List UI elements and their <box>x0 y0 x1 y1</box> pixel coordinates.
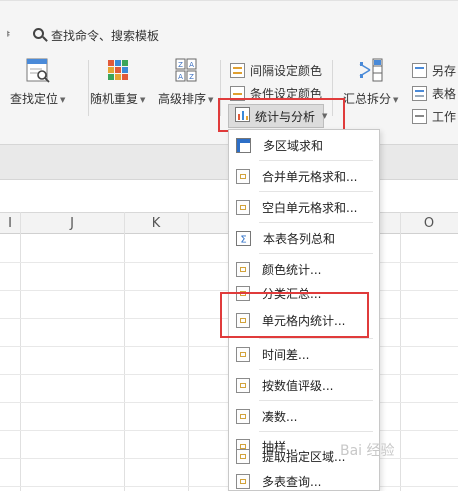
ribbon-divider <box>88 60 89 116</box>
table-grid-button[interactable]: 表格 <box>412 85 456 102</box>
worksheet-label: 工作 <box>432 110 457 124</box>
advanced-sort-button[interactable]: Z A A Z 高级排序 ▼ <box>158 56 213 107</box>
column-header-hidden[interactable] <box>188 213 228 235</box>
find-locate-button[interactable]: 查找定位 ▼ <box>10 56 65 107</box>
search-commands-label: 查找命令、搜索模板 <box>51 28 160 43</box>
menu-item-in-cell-stats[interactable]: 单元格内统计... <box>229 302 379 338</box>
menu-item-merged-cell-sum[interactable]: 合并单元格求和... <box>229 161 379 191</box>
sort-az-icon: Z A A Z <box>172 56 200 84</box>
menu-item-label: 按数值评级... <box>262 378 334 393</box>
extract-region-icon <box>236 448 250 464</box>
grid-line <box>20 212 21 491</box>
ribbon-divider <box>220 60 221 116</box>
column-header-j[interactable]: J <box>20 213 124 235</box>
menu-item-time-difference[interactable]: 时间差... <box>229 339 379 369</box>
table-grid-icon <box>412 86 427 101</box>
svg-text:Z: Z <box>178 61 183 69</box>
conditional-color-button[interactable]: 条件设定颜色 <box>230 85 322 102</box>
svg-text:Z: Z <box>189 73 194 81</box>
worksheet-icon <box>412 109 427 124</box>
menu-item-label: 合并单元格求和... <box>262 169 358 184</box>
summary-split-button[interactable]: 汇总拆分 ▼ <box>343 56 398 107</box>
menu-item-label: 单元格内统计... <box>262 313 346 328</box>
value-rating-icon <box>236 377 250 393</box>
in-cell-stats-icon <box>236 312 250 328</box>
ribbon-top-border <box>0 0 458 1</box>
chevron-down-icon: ▼ <box>393 95 399 104</box>
menu-item-multi-area-sum[interactable]: 多区域求和 <box>229 130 379 160</box>
column-header-i[interactable]: I <box>0 213 20 235</box>
menu-item-label: 多表查询... <box>262 474 322 489</box>
save-as-label: 另存 <box>432 64 457 78</box>
search-commands-box[interactable]: 查找命令、搜索模板 <box>33 24 159 46</box>
column-header-o[interactable]: O <box>400 213 458 235</box>
menu-item-column-totals[interactable]: Σ 本表各列总和 <box>229 223 379 253</box>
summary-split-icon <box>357 56 385 84</box>
merged-cell-sum-icon <box>236 168 250 184</box>
menu-item-label: 空白单元格求和... <box>262 200 358 215</box>
chevron-down-icon: ▼ <box>322 112 328 120</box>
time-difference-icon <box>236 346 250 362</box>
random-repeat-label: 随机重复 <box>90 92 139 106</box>
menu-item-label: 凑数... <box>262 409 298 424</box>
menu-item-label: 分类汇总... <box>262 286 322 301</box>
interval-color-icon <box>230 63 245 78</box>
menu-item-label: 多区域求和 <box>263 138 324 153</box>
menu-item-make-up-number[interactable]: 凑数... <box>229 401 379 431</box>
stats-analysis-icon <box>235 107 250 125</box>
stats-analysis-menu: 多区域求和 合并单元格求和... 空白单元格求和... Σ 本表各列总和 颜色统… <box>228 129 380 491</box>
conditional-color-label: 条件设定颜色 <box>250 87 323 101</box>
random-repeat-button[interactable]: 随机重复 ▼ <box>90 56 145 107</box>
interval-color-button[interactable]: 间隔设定颜色 <box>230 62 322 79</box>
chevron-down-icon: ▼ <box>60 95 66 104</box>
ribbon-toolbar: ᅣ 查找命令、搜索模板 查找定位 ▼ 随机重复 ▼ Z A A Z 高级排序 ▼… <box>0 0 458 144</box>
menu-item-value-rating[interactable]: 按数值评级... <box>229 370 379 400</box>
advanced-sort-label: 高级排序 <box>158 92 207 106</box>
watermark-logo: Bai 经验 <box>340 443 395 459</box>
chevron-down-icon: ▼ <box>140 95 146 104</box>
random-repeat-icon <box>104 56 132 84</box>
grid-line <box>124 212 125 491</box>
menu-item-label: 本表各列总和 <box>263 231 336 246</box>
grid-line <box>400 212 401 491</box>
ribbon-edge-glyph: ᅣ <box>0 30 11 43</box>
chevron-down-icon: ▼ <box>208 95 214 104</box>
subtotals-icon <box>236 285 250 301</box>
menu-item-blank-cell-sum[interactable]: 空白单元格求和... <box>229 192 379 222</box>
menu-item-label: 提取指定区域... <box>262 449 346 464</box>
save-as-button[interactable]: 另存 <box>412 62 456 79</box>
column-header-k[interactable]: K <box>124 213 188 235</box>
column-totals-icon: Σ <box>236 230 251 246</box>
stats-analysis-button[interactable]: 统计与分析 ▼ <box>228 104 328 128</box>
menu-item-label: 时间差... <box>262 347 310 362</box>
multi-sheet-query-icon <box>236 473 250 489</box>
find-locate-icon <box>24 56 52 84</box>
svg-text:Σ: Σ <box>240 234 246 245</box>
stats-analysis-label: 统计与分析 <box>255 109 316 124</box>
save-as-icon <box>412 63 427 78</box>
svg-text:A: A <box>178 73 183 81</box>
spreadsheet-app: ᅣ 查找命令、搜索模板 查找定位 ▼ 随机重复 ▼ Z A A Z 高级排序 ▼… <box>0 0 458 491</box>
svg-text:A: A <box>189 61 194 69</box>
menu-item-label: 颜色统计... <box>262 262 322 277</box>
worksheet-button[interactable]: 工作 <box>412 108 456 125</box>
find-locate-label: 查找定位 <box>10 92 59 106</box>
blank-cell-sum-icon <box>236 199 250 215</box>
color-stats-icon <box>236 261 250 277</box>
multi-area-sum-icon <box>236 137 251 153</box>
search-icon <box>33 28 48 42</box>
menu-item-multi-sheet-query[interactable]: 多表查询... <box>229 470 379 491</box>
conditional-color-icon <box>230 86 245 101</box>
table-grid-label: 表格 <box>432 87 457 101</box>
grid-line <box>188 212 189 491</box>
interval-color-label: 间隔设定颜色 <box>250 64 323 78</box>
summary-split-label: 汇总拆分 <box>343 92 392 106</box>
ribbon-divider <box>332 60 333 116</box>
make-up-number-icon <box>236 408 250 424</box>
